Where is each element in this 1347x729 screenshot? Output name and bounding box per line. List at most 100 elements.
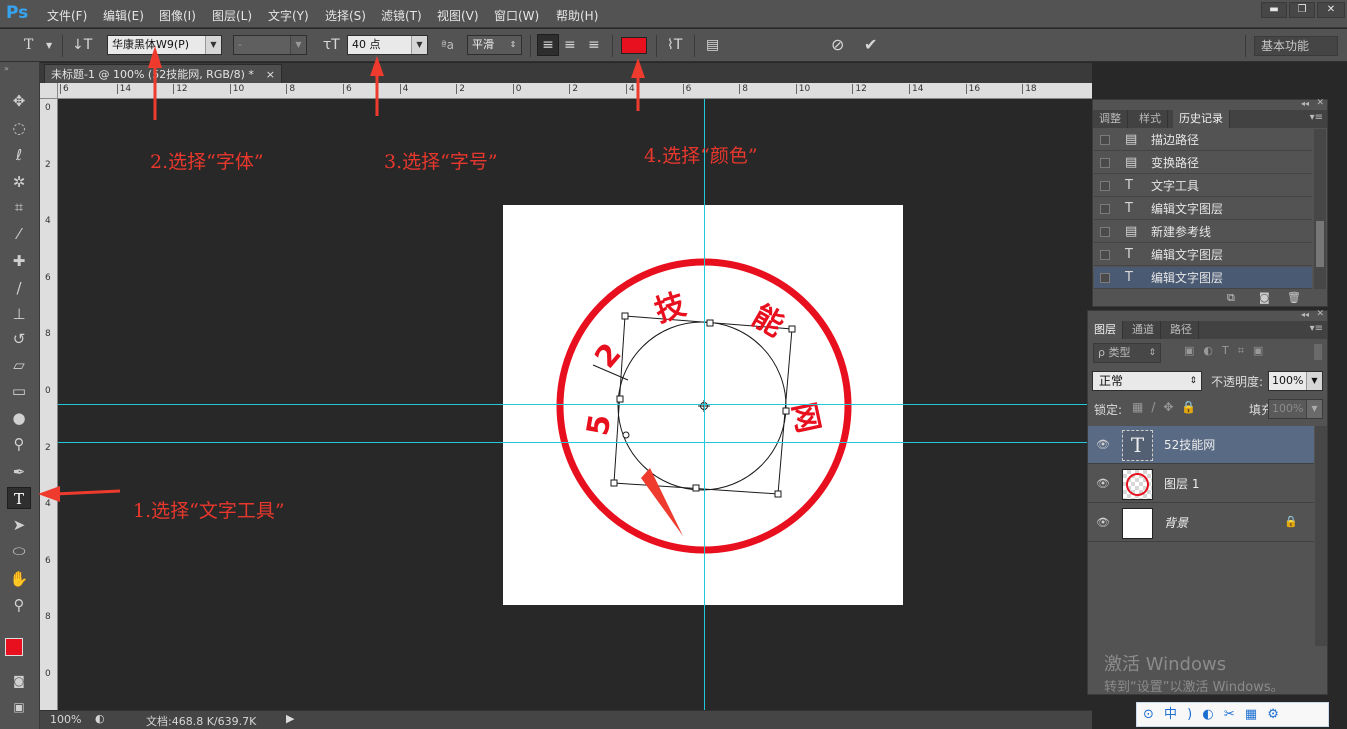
collapse-panel-icon[interactable]: ◂◂ bbox=[1301, 310, 1309, 319]
character-panel-icon[interactable]: ▤ bbox=[706, 37, 719, 53]
font-family-dropdown[interactable]: 华康黑体W9(P) ▼ bbox=[107, 35, 222, 55]
move-tool-icon[interactable]: ✥ bbox=[7, 90, 31, 112]
panel-menu-icon[interactable]: ▾≡ bbox=[1310, 112, 1323, 123]
opacity-input[interactable]: 100% ▼ bbox=[1268, 371, 1323, 391]
close-panel-icon[interactable]: ✕ bbox=[1316, 98, 1324, 108]
lasso-tool-icon[interactable]: ℓ bbox=[7, 144, 31, 166]
menu-help[interactable]: 帮助(H) bbox=[556, 7, 598, 24]
status-info-icon[interactable]: ◐ bbox=[95, 712, 105, 725]
type-tool-icon[interactable]: T bbox=[7, 487, 31, 509]
healing-brush-icon[interactable]: ✚ bbox=[7, 250, 31, 272]
align-right-icon[interactable]: ≡ bbox=[588, 37, 600, 53]
layer-filter-icons[interactable]: ▣◐T⌗▣ bbox=[1184, 344, 1272, 358]
minimize-button[interactable]: ▬ bbox=[1261, 2, 1287, 18]
menu-type[interactable]: 文字(Y) bbox=[268, 7, 309, 24]
blur-tool-icon[interactable]: ● bbox=[7, 407, 31, 429]
gradient-tool-icon[interactable]: ▭ bbox=[7, 380, 31, 402]
tab-styles[interactable]: 样式 bbox=[1133, 110, 1168, 128]
tab-channels[interactable]: 通道 bbox=[1126, 321, 1161, 339]
layer-row[interactable]: 👁 T 52技能网 bbox=[1088, 426, 1314, 464]
zoom-tool-icon[interactable]: ⚲ bbox=[7, 594, 31, 616]
toggle-text-orientation-icon[interactable]: ↓T bbox=[72, 37, 92, 53]
warp-text-icon[interactable]: ⌇T bbox=[667, 37, 682, 53]
ime-toolbar[interactable]: ⊙ 中 ) ◐ ✂ ▦ ⚙ bbox=[1136, 702, 1329, 727]
magic-wand-icon[interactable]: ✲ bbox=[7, 171, 31, 193]
tab-layers[interactable]: 图层 bbox=[1088, 321, 1123, 339]
pen-tool-icon[interactable]: ✒ bbox=[7, 461, 31, 483]
guide-vertical[interactable] bbox=[704, 99, 705, 710]
layer-row[interactable]: 👁 图层 1 bbox=[1088, 465, 1314, 503]
tab-adjustments[interactable]: 调整 bbox=[1093, 110, 1128, 128]
history-item[interactable]: T 编辑文字图层 bbox=[1094, 244, 1312, 266]
chevron-down-icon[interactable]: ▼ bbox=[46, 41, 52, 50]
history-item[interactable]: T 编辑文字图层 bbox=[1094, 198, 1312, 220]
menu-image[interactable]: 图像(I) bbox=[159, 7, 196, 24]
dodge-tool-icon[interactable]: ⚲ bbox=[7, 433, 31, 455]
history-scrollbar[interactable] bbox=[1314, 129, 1326, 289]
marquee-tool-icon[interactable]: ◌ bbox=[7, 117, 31, 139]
brush-tool-icon[interactable]: / bbox=[7, 277, 31, 299]
foreground-color-swatch[interactable] bbox=[5, 638, 23, 656]
lock-icons[interactable]: ▦/✥🔒 bbox=[1132, 400, 1204, 414]
new-document-from-state-icon[interactable]: ⧉ bbox=[1227, 291, 1235, 305]
crop-tool-icon[interactable]: ⌗ bbox=[7, 196, 31, 218]
menu-select[interactable]: 选择(S) bbox=[325, 7, 366, 24]
ruler-origin[interactable] bbox=[40, 83, 58, 99]
type-tool-preset-icon[interactable]: T bbox=[24, 37, 33, 53]
antialias-dropdown[interactable]: 平滑 ⇕ bbox=[467, 35, 522, 55]
visibility-eye-icon[interactable]: 👁 bbox=[1096, 504, 1110, 542]
collapse-icon[interactable]: » bbox=[4, 64, 9, 73]
collapse-panel-icon[interactable]: ◂◂ bbox=[1301, 99, 1309, 108]
eyedropper-icon[interactable]: ⁄ bbox=[7, 223, 31, 245]
layer-filter-dropdown[interactable]: ρ 类型 ⇕ bbox=[1093, 343, 1161, 363]
history-item[interactable]: T 文字工具 bbox=[1094, 175, 1312, 197]
cancel-icon[interactable]: ⊘ bbox=[831, 35, 844, 54]
menu-filter[interactable]: 滤镜(T) bbox=[381, 7, 422, 24]
font-style-dropdown[interactable]: - ▼ bbox=[233, 35, 307, 55]
vertical-ruler[interactable]: 0 2 4 6 8 0 2 4 6 8 0 bbox=[40, 99, 58, 710]
menu-file[interactable]: 文件(F) bbox=[47, 7, 87, 24]
text-color-swatch[interactable] bbox=[621, 37, 647, 54]
history-item[interactable]: T 编辑文字图层 bbox=[1094, 267, 1312, 289]
quick-mask-icon[interactable]: ◙ bbox=[7, 670, 31, 692]
history-brush-icon[interactable]: ↺ bbox=[7, 328, 31, 350]
tab-paths[interactable]: 路径 bbox=[1164, 321, 1199, 339]
stamp-tool-icon[interactable]: ⊥ bbox=[7, 303, 31, 325]
horizontal-ruler[interactable]: 6 14 12 10 8 6 4 2 0 2 4 6 8 10 12 14 16 18 bbox=[58, 83, 1092, 99]
font-size-dropdown[interactable]: 40 点 ▼ bbox=[347, 35, 428, 55]
document-tab[interactable]: 未标题-1 @ 100% (52技能网, RGB/8) * × bbox=[44, 64, 282, 83]
camera-icon[interactable]: ◙ bbox=[1259, 291, 1270, 304]
filter-toggle[interactable] bbox=[1314, 344, 1322, 360]
close-window-button[interactable]: ✕ bbox=[1317, 2, 1345, 18]
path-selection-icon[interactable]: ➤ bbox=[7, 514, 31, 536]
visibility-eye-icon[interactable]: 👁 bbox=[1096, 465, 1110, 503]
commit-check-icon[interactable]: ✔ bbox=[864, 35, 877, 54]
menu-edit[interactable]: 编辑(E) bbox=[103, 7, 144, 24]
screen-mode-icon[interactable]: ▣ bbox=[7, 696, 31, 718]
history-item[interactable]: ▤ 新建参考线 bbox=[1094, 221, 1312, 243]
layer-row[interactable]: 👁 背景 🔒 bbox=[1088, 504, 1314, 542]
menu-layer[interactable]: 图层(L) bbox=[212, 7, 252, 24]
align-center-icon[interactable]: ≡ bbox=[564, 37, 576, 53]
align-left-icon[interactable]: ≡ bbox=[537, 34, 559, 56]
workspace-switcher[interactable]: 基本功能 bbox=[1254, 36, 1338, 56]
hand-tool-icon[interactable]: ✋ bbox=[7, 568, 31, 590]
history-item[interactable]: ▤ 描边路径 bbox=[1094, 129, 1312, 151]
trash-icon[interactable]: 🗑 bbox=[1287, 291, 1301, 304]
close-tab-icon[interactable]: × bbox=[266, 65, 275, 84]
layers-scrollbar[interactable] bbox=[1315, 426, 1327, 646]
panel-menu-icon[interactable]: ▾≡ bbox=[1310, 323, 1323, 334]
path-start-point[interactable] bbox=[622, 431, 630, 439]
visibility-eye-icon[interactable]: 👁 bbox=[1096, 426, 1110, 464]
blend-mode-dropdown[interactable]: 正常 ⇕ bbox=[1092, 371, 1202, 391]
tab-history[interactable]: 历史记录 bbox=[1173, 110, 1230, 128]
ellipse-tool-icon[interactable]: ⬭ bbox=[7, 540, 31, 562]
menu-window[interactable]: 窗口(W) bbox=[494, 7, 539, 24]
restore-button[interactable]: ❐ bbox=[1289, 2, 1315, 18]
zoom-level[interactable]: 100% bbox=[50, 713, 81, 726]
close-panel-icon[interactable]: ✕ bbox=[1316, 309, 1324, 319]
play-arrow-icon[interactable]: ▶ bbox=[286, 712, 294, 725]
menu-view[interactable]: 视图(V) bbox=[437, 7, 479, 24]
eraser-tool-icon[interactable]: ▱ bbox=[7, 354, 31, 376]
fill-input[interactable]: 100% ▼ bbox=[1268, 399, 1323, 419]
